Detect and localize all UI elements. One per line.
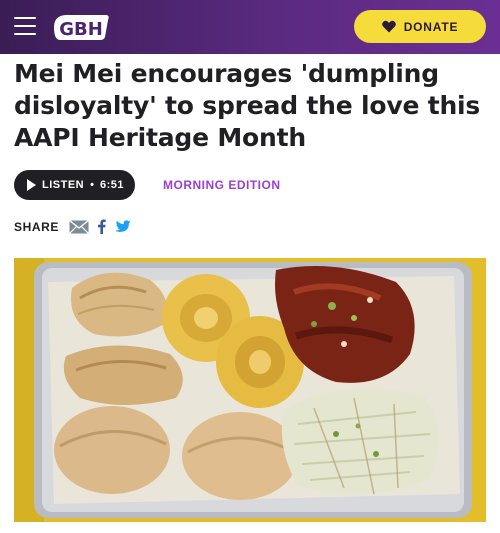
gbh-logo-mark: GBH	[54, 14, 109, 40]
heart-icon	[381, 20, 396, 33]
share-label: SHARE	[14, 219, 60, 234]
dumpling-tray-photo	[14, 258, 486, 522]
share-bar: SHARE	[14, 219, 131, 234]
donate-button[interactable]: DONATE	[354, 10, 486, 43]
listen-label: LISTEN	[42, 179, 85, 191]
email-icon[interactable]	[69, 219, 89, 234]
listen-duration: 6:51	[99, 179, 125, 191]
site-header: GBH DONATE	[0, 0, 500, 54]
gbh-logo[interactable]: GBH	[48, 11, 112, 43]
logo-text: GBH	[59, 19, 103, 40]
twitter-icon[interactable]	[114, 219, 131, 234]
article-headline: Mei Mei encourages 'dumpling disloyalty'…	[14, 59, 481, 152]
hamburger-menu-icon[interactable]	[14, 17, 36, 35]
article-photo	[14, 258, 486, 522]
facebook-icon[interactable]	[97, 219, 106, 234]
play-icon	[27, 179, 36, 191]
listen-button[interactable]: LISTEN • 6:51	[14, 170, 135, 200]
listen-separator: •	[90, 179, 94, 191]
show-name-link[interactable]: MORNING EDITION	[163, 178, 281, 192]
donate-label: DONATE	[403, 19, 459, 34]
